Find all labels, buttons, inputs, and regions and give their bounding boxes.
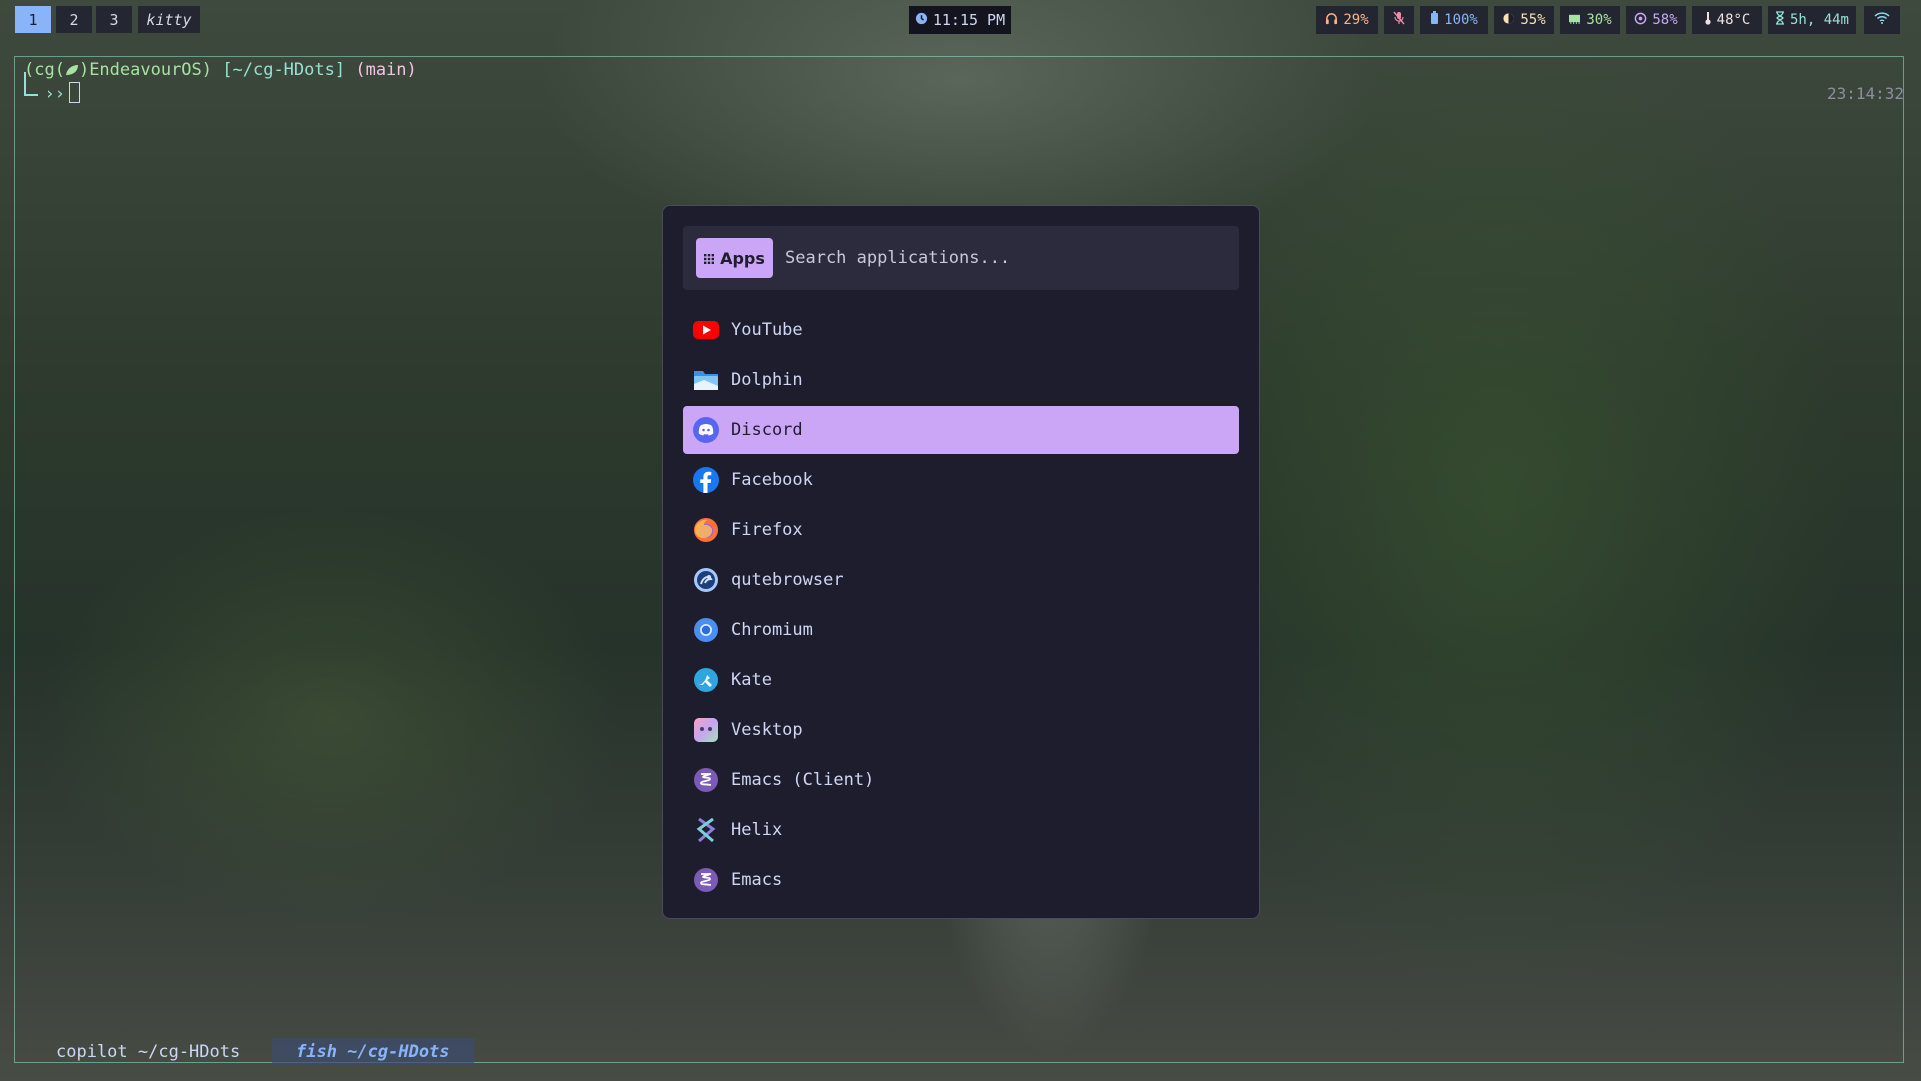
prompt-user: (cg(	[24, 60, 65, 80]
clock-icon	[915, 11, 928, 29]
terminal-tab-copilot[interactable]: copilot ~/cg-HDots	[56, 1042, 240, 1062]
prompt-path: [~/cg-HDots]	[222, 60, 346, 80]
wifi-icon	[1874, 12, 1890, 28]
prompt-symbol: ››	[44, 84, 65, 104]
chromium-icon	[693, 617, 719, 643]
prompt-input-line[interactable]: ››	[24, 82, 80, 104]
headphones-status[interactable]: 29%	[1316, 6, 1378, 34]
cpu-icon	[1634, 12, 1647, 29]
vesktop-icon	[693, 717, 719, 743]
microphone-muted-icon	[1393, 11, 1405, 29]
prompt-branch: (main)	[355, 60, 417, 80]
app-item-qutebrowser[interactable]: qutebrowser	[683, 556, 1239, 604]
app-item-vesktop[interactable]: Vesktop	[683, 706, 1239, 754]
active-window-title: kitty	[138, 6, 200, 33]
app-item-discord[interactable]: Discord	[683, 406, 1239, 454]
wifi-status[interactable]	[1864, 6, 1900, 34]
terminal-cursor	[68, 82, 80, 103]
leaf-icon	[65, 60, 79, 80]
uptime-status[interactable]: 5h, 44m	[1768, 6, 1856, 34]
app-item-label: qutebrowser	[731, 570, 844, 590]
app-item-label: Helix	[731, 820, 783, 840]
uptime-value: 5h, 44m	[1789, 12, 1849, 28]
brightness-status[interactable]: 100%	[1420, 6, 1488, 34]
app-item-youtube[interactable]: YouTube	[683, 306, 1239, 354]
battery-icon	[1430, 11, 1439, 29]
app-item-label: Emacs	[731, 870, 783, 890]
search-bar: Apps	[683, 226, 1239, 290]
app-item-firefox[interactable]: Firefox	[683, 506, 1239, 554]
app-item-kate[interactable]: Kate	[683, 656, 1239, 704]
terminal-right-time: 23:14:32	[1826, 84, 1904, 103]
app-item-label: Discord	[731, 420, 803, 440]
cpu-status[interactable]: 58%	[1626, 6, 1686, 34]
app-item-label: Facebook	[731, 470, 813, 490]
app-item-label: Firefox	[731, 520, 803, 540]
search-input[interactable]	[785, 238, 1225, 278]
app-item-facebook[interactable]: Facebook	[683, 456, 1239, 504]
terminal-tab-fish[interactable]: fish ~/cg-HDots	[272, 1038, 474, 1065]
cpu-value: 58%	[1652, 12, 1678, 28]
app-item-dolphin[interactable]: Dolphin	[683, 356, 1239, 404]
prompt-host: )EndeavourOS)	[78, 60, 213, 80]
app-item-label: Dolphin	[731, 370, 803, 390]
youtube-icon	[693, 317, 719, 343]
thermometer-icon	[1704, 11, 1712, 29]
top-bar: 1 2 3 kitty 11:15 PM 29% 100% 55% 30% 58…	[0, 0, 1921, 40]
clock[interactable]: 11:15 PM	[909, 6, 1011, 34]
app-item-helix[interactable]: Helix	[683, 806, 1239, 854]
app-item-chromium[interactable]: Chromium	[683, 606, 1239, 654]
app-item-emacs-client[interactable]: Emacs (Client)	[683, 756, 1239, 804]
brightness-value: 100%	[1444, 12, 1478, 28]
microphone-status[interactable]	[1384, 6, 1414, 34]
app-item-label: YouTube	[731, 320, 803, 340]
qutebrowser-icon	[693, 567, 719, 593]
facebook-icon	[693, 467, 719, 493]
emacs-icon	[693, 767, 719, 793]
memory-icon	[1568, 12, 1581, 28]
temperature-status[interactable]: 48°C	[1692, 6, 1762, 34]
kate-icon	[693, 667, 719, 693]
dolphin-icon	[693, 367, 719, 393]
helix-icon	[693, 817, 719, 843]
app-list: YouTube Dolphin Discord Facebook Firefox…	[683, 306, 1239, 906]
app-item-label: Emacs (Client)	[731, 770, 875, 790]
temperature-value: 48°C	[1716, 12, 1751, 28]
volume-status[interactable]: 55%	[1494, 6, 1554, 34]
workspace-3[interactable]: 3	[96, 6, 132, 33]
workspace-1[interactable]: 1	[15, 6, 51, 33]
emacs-icon	[693, 867, 719, 893]
workspace-2[interactable]: 2	[56, 6, 92, 33]
app-item-label: Kate	[731, 670, 772, 690]
app-item-label: Chromium	[731, 620, 813, 640]
apps-mode-label: Apps	[720, 248, 765, 268]
grid-icon	[704, 249, 715, 268]
headphones-value: 29%	[1343, 12, 1369, 28]
app-item-label: Vesktop	[731, 720, 803, 740]
memory-value: 30%	[1586, 12, 1612, 28]
clock-text: 11:15 PM	[932, 11, 1006, 29]
headphones-icon	[1325, 12, 1338, 29]
firefox-icon	[693, 517, 719, 543]
hourglass-icon	[1775, 11, 1785, 29]
memory-status[interactable]: 30%	[1560, 6, 1620, 34]
app-launcher: Apps YouTube Dolphin Discord Facebook Fi…	[662, 205, 1260, 919]
volume-value: 55%	[1520, 12, 1546, 28]
app-item-emacs[interactable]: Emacs	[683, 856, 1239, 904]
prompt-line: (cg( )EndeavourOS) [~/cg-HDots] (main)	[24, 60, 417, 80]
apps-mode-badge[interactable]: Apps	[696, 238, 773, 278]
discord-icon	[693, 417, 719, 443]
sun-icon	[1502, 12, 1515, 29]
